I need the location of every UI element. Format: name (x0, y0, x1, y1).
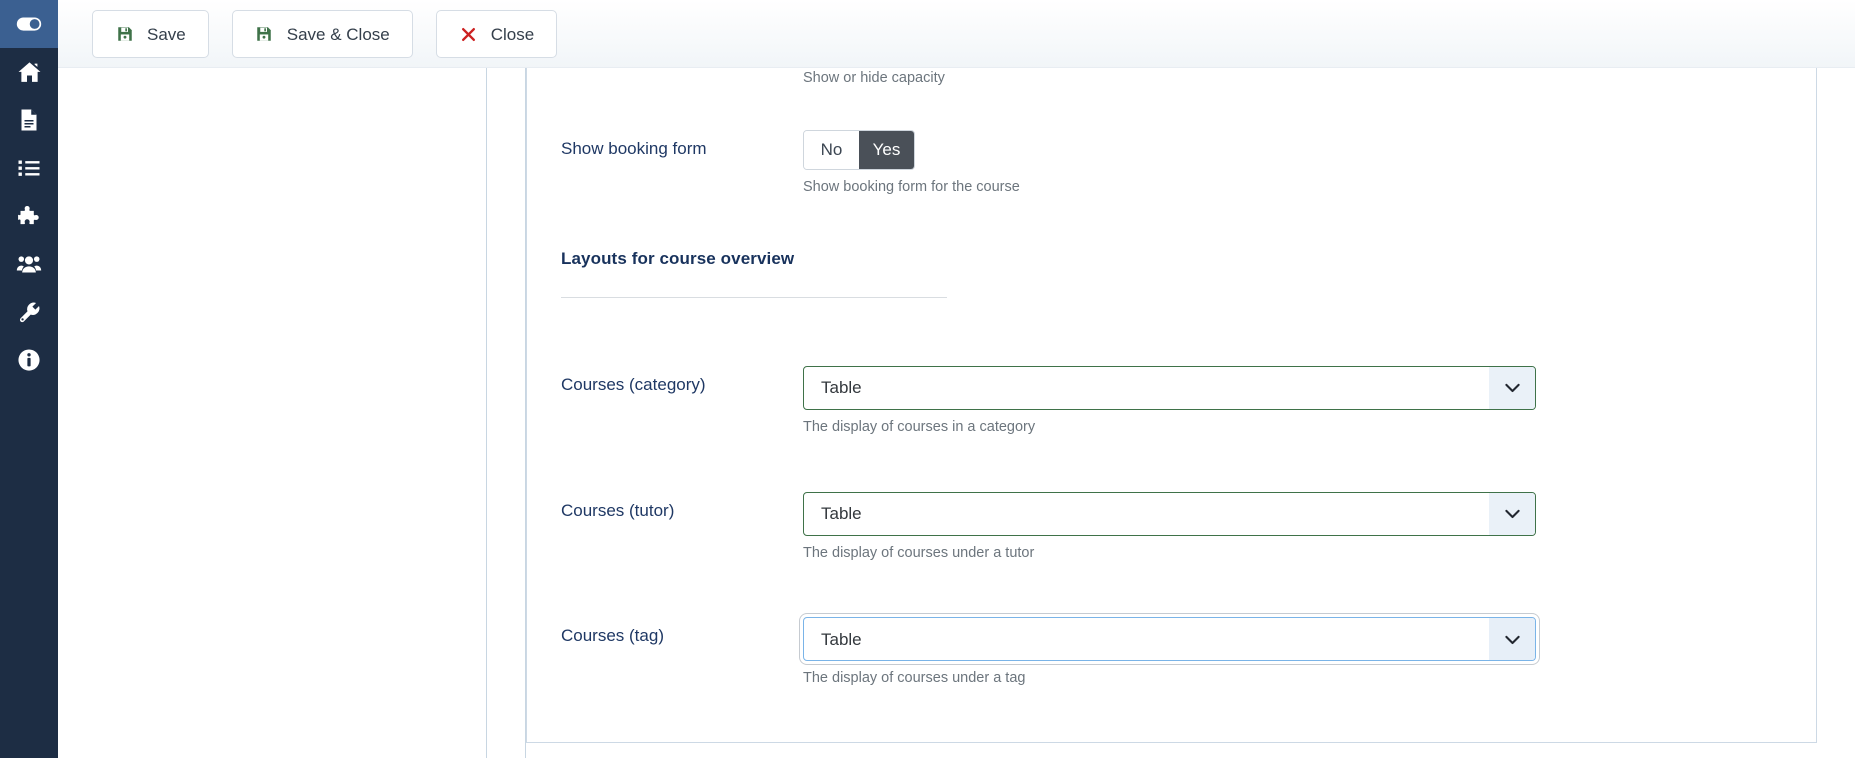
settings-card: Show or hide capacity Show booking form … (526, 68, 1817, 743)
settings-card-content: Show or hide capacity Show booking form … (527, 68, 1816, 688)
sidebar (0, 0, 58, 758)
layouts-section-title: Layouts for course overview (561, 249, 1782, 269)
workspace: Show or hide capacity Show booking form … (58, 68, 1855, 758)
layouts-section-divider (561, 297, 947, 298)
wrench-icon (17, 300, 42, 325)
courses-tutor-select-box[interactable]: Table (803, 492, 1536, 536)
sidebar-item-help[interactable] (0, 336, 58, 384)
courses-category-row: Courses (category) Table (561, 366, 1782, 437)
courses-category-select-value: Table (804, 379, 1489, 396)
courses-tag-select[interactable]: Table (803, 617, 1536, 661)
show-booking-form-toggle[interactable]: No Yes (803, 130, 915, 170)
floppy-disk-icon (115, 25, 134, 44)
sidebar-item-home[interactable] (0, 48, 58, 96)
courses-category-control: Table The display of courses in a c (803, 366, 1782, 437)
show-booking-form-option-no[interactable]: No (804, 131, 859, 169)
info-icon (16, 347, 42, 373)
sidebar-item-components[interactable] (0, 192, 58, 240)
save-and-close-button[interactable]: Save & Close (232, 10, 413, 58)
save-button-label: Save (147, 26, 186, 43)
courses-tutor-select-value: Table (804, 505, 1489, 522)
courses-tutor-row: Courses (tutor) Table (561, 492, 1782, 563)
courses-category-select-box[interactable]: Table (803, 366, 1536, 410)
list-icon (17, 156, 41, 180)
courses-tutor-label: Courses (tutor) (561, 492, 803, 522)
save-button[interactable]: Save (92, 10, 209, 58)
chevron-down-icon[interactable] (1489, 367, 1535, 409)
chevron-down-icon[interactable] (1489, 493, 1535, 535)
close-button-label: Close (491, 26, 534, 43)
users-icon (16, 251, 42, 277)
main-column: Save Save & Close (58, 0, 1855, 758)
home-icon (17, 60, 42, 85)
courses-tag-control: Table The display of courses under (803, 617, 1782, 688)
courses-category-select[interactable]: Table (803, 366, 1536, 410)
sidebar-item-toggle-switch[interactable] (0, 0, 58, 48)
courses-category-hint: The display of courses in a category (803, 418, 1782, 437)
sidebar-item-system[interactable] (0, 288, 58, 336)
show-booking-form-control: No Yes Show booking form for the course (803, 130, 1782, 197)
document-icon (17, 108, 41, 132)
show-booking-form-label: Show booking form (561, 130, 803, 160)
toolbar: Save Save & Close (58, 0, 1855, 68)
floppy-disk-icon (255, 25, 274, 44)
close-x-icon (459, 25, 478, 44)
show-booking-form-option-yes[interactable]: Yes (859, 131, 914, 169)
sidebar-item-menus[interactable] (0, 144, 58, 192)
sidebar-item-content[interactable] (0, 96, 58, 144)
app-root: Save Save & Close (0, 0, 1855, 758)
show-booking-form-row: Show booking form No Yes Show booking fo… (561, 130, 1782, 197)
form-area: Show or hide capacity Show booking form … (526, 68, 1855, 758)
courses-category-label: Courses (category) (561, 366, 803, 396)
close-button[interactable]: Close (436, 10, 557, 58)
layouts-section: Layouts for course overview (561, 249, 1782, 298)
save-and-close-button-label: Save & Close (287, 26, 390, 43)
sidebar-item-users[interactable] (0, 240, 58, 288)
courses-tag-label: Courses (tag) (561, 617, 803, 647)
left-rail-outer (58, 68, 487, 758)
right-gutter (1817, 68, 1855, 758)
left-rail-inner (487, 68, 526, 758)
courses-tutor-select[interactable]: Table (803, 492, 1536, 536)
courses-tutor-hint: The display of courses under a tutor (803, 544, 1782, 563)
chevron-down-icon[interactable] (1489, 618, 1535, 660)
courses-tag-row: Courses (tag) Table (561, 617, 1782, 688)
courses-tag-select-box[interactable]: Table (803, 617, 1536, 661)
capacity-hint: Show or hide capacity (803, 69, 1782, 88)
show-booking-form-hint: Show booking form for the course (803, 178, 1782, 197)
puzzle-icon (17, 204, 42, 229)
courses-tutor-control: Table The display of courses under (803, 492, 1782, 563)
toggle-switch-icon (14, 9, 44, 39)
courses-tag-select-value: Table (804, 631, 1489, 648)
courses-tag-hint: The display of courses under a tag (803, 669, 1782, 688)
